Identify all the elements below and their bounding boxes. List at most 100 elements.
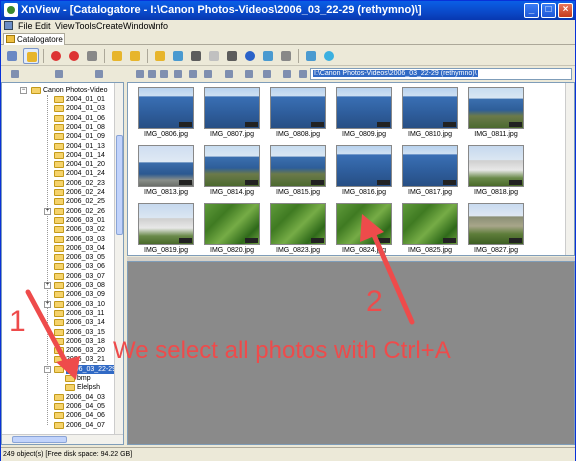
thumbnail-item[interactable]: IMG_0815.jpg xyxy=(266,143,330,199)
view-icon[interactable] xyxy=(23,48,39,64)
camera-icon[interactable] xyxy=(224,48,240,64)
tree-toggle-icon[interactable] xyxy=(9,68,21,80)
thumbnail-item[interactable]: IMG_0823.jpg xyxy=(266,201,330,255)
photo-thumbnail[interactable] xyxy=(402,145,458,187)
tab-catalogatore[interactable]: Catalogatore xyxy=(3,33,65,45)
thumbnail-filename: IMG_0817.jpg xyxy=(408,189,452,196)
thumbnail-item[interactable]: IMG_0824.jpg xyxy=(332,201,396,255)
menu-file[interactable]: File xyxy=(18,20,33,32)
photo-thumbnail[interactable] xyxy=(204,203,260,245)
tree-label: 2006_03_01 xyxy=(66,216,105,224)
document-icon[interactable] xyxy=(4,21,13,30)
browser-icon[interactable] xyxy=(4,48,20,64)
dropdown-icon[interactable] xyxy=(297,68,309,80)
folder-icon xyxy=(54,402,64,410)
photo-thumbnail[interactable] xyxy=(204,87,260,129)
globe-icon[interactable] xyxy=(242,48,258,64)
sort-icon[interactable] xyxy=(243,68,255,80)
thumbnail-item[interactable]: IMG_0825.jpg xyxy=(398,201,462,255)
tree-horizontal-scrollbar[interactable] xyxy=(2,434,123,444)
photo-thumbnail[interactable] xyxy=(270,203,326,245)
thumbnail-item[interactable]: IMG_0818.jpg xyxy=(464,143,528,199)
tools-icon[interactable] xyxy=(84,48,100,64)
thumbnail-item[interactable]: IMG_0809.jpg xyxy=(332,85,396,141)
maximize-button[interactable]: □ xyxy=(541,3,556,18)
thumbnail-item[interactable]: IMG_0819.jpg xyxy=(134,201,198,255)
thumbnail-scrollbar[interactable] xyxy=(565,83,574,255)
photo-thumbnail[interactable] xyxy=(204,145,260,187)
expand-icon[interactable]: + xyxy=(44,282,51,289)
options-icon[interactable] xyxy=(303,48,319,64)
thumbnail-item[interactable]: IMG_0810.jpg xyxy=(398,85,462,141)
slideshow-icon[interactable] xyxy=(260,48,276,64)
favorites-icon[interactable] xyxy=(53,68,65,80)
photo-thumbnail[interactable] xyxy=(336,87,392,129)
photo-thumbnail[interactable] xyxy=(138,87,194,129)
expand-icon[interactable]: + xyxy=(44,300,51,308)
exif-badge-icon xyxy=(245,238,258,243)
scroll-thumb[interactable] xyxy=(116,135,123,235)
view-mode-icon[interactable] xyxy=(223,68,235,80)
thumbnail-view-icon[interactable] xyxy=(158,68,170,80)
rotate-left-icon[interactable] xyxy=(48,48,64,64)
menu-view[interactable]: View xyxy=(55,20,74,32)
print-icon[interactable] xyxy=(188,48,204,64)
tree-label: 2006_04_06 xyxy=(66,412,105,420)
thumbnail-item[interactable]: IMG_0811.jpg xyxy=(464,85,528,141)
collapse-icon[interactable]: − xyxy=(20,87,27,94)
thumbnail-item[interactable]: IMG_0820.jpg xyxy=(200,201,264,255)
tree-label: 2006_03_05 xyxy=(66,254,105,262)
rotate-right-icon[interactable] xyxy=(66,48,82,64)
image-icon[interactable] xyxy=(170,48,186,64)
tree-label: 2006_04_07 xyxy=(66,421,105,429)
thumbnail-item[interactable]: IMG_0827.jpg xyxy=(464,201,528,255)
delete-icon[interactable] xyxy=(202,68,214,80)
menu-info[interactable]: Info xyxy=(153,20,168,32)
folder-up-icon[interactable] xyxy=(127,48,143,64)
thumbnail-item[interactable]: IMG_0807.jpg xyxy=(200,85,264,141)
photo-thumbnail[interactable] xyxy=(270,145,326,187)
photo-thumbnail[interactable] xyxy=(468,145,524,187)
refresh-icon[interactable] xyxy=(172,68,184,80)
minimize-button[interactable]: _ xyxy=(524,3,539,18)
photo-thumbnail[interactable] xyxy=(468,87,524,129)
folder-tree[interactable]: − Canon Photos-Video 2004_01_01 2004_01_03 2… xyxy=(1,82,124,445)
thumbnail-browser[interactable]: IMG_0806.jpg IMG_0807.jpg IMG_0808.jpg IMG_… xyxy=(127,82,575,256)
back-arrow-icon[interactable] xyxy=(134,68,146,80)
photo-thumbnail[interactable] xyxy=(402,203,458,245)
photo-thumbnail[interactable] xyxy=(402,87,458,129)
collapse-icon[interactable]: − xyxy=(44,365,51,373)
photo-thumbnail[interactable] xyxy=(468,203,524,245)
settings-icon[interactable] xyxy=(152,48,168,64)
catalog-icon[interactable] xyxy=(93,68,105,80)
photo-thumbnail[interactable] xyxy=(270,87,326,129)
menu-edit[interactable]: Edit xyxy=(35,20,51,32)
scanner-icon[interactable] xyxy=(206,48,222,64)
thumbnail-item[interactable]: IMG_0817.jpg xyxy=(398,143,462,199)
photo-thumbnail[interactable] xyxy=(336,203,392,245)
photo-thumbnail[interactable] xyxy=(336,145,392,187)
open-folder-icon[interactable] xyxy=(109,48,125,64)
help-icon[interactable] xyxy=(321,48,337,64)
thumbnail-item[interactable]: IMG_0813.jpg xyxy=(134,143,198,199)
expand-icon[interactable]: + xyxy=(44,207,51,215)
thumbnail-item[interactable]: IMG_0808.jpg xyxy=(266,85,330,141)
menu-create[interactable]: Create xyxy=(96,20,123,32)
menu-tools[interactable]: Tools xyxy=(75,20,96,32)
thumbnail-item[interactable]: IMG_0814.jpg xyxy=(200,143,264,199)
thumbnail-item[interactable]: IMG_0816.jpg xyxy=(332,143,396,199)
forward-arrow-icon[interactable] xyxy=(146,68,158,80)
menu-window[interactable]: Window xyxy=(123,20,155,32)
tree-label: 2004_01_09 xyxy=(66,133,105,141)
photo-thumbnail[interactable] xyxy=(138,203,194,245)
filter-icon[interactable] xyxy=(261,68,273,80)
address-input[interactable]: I:\Canon Photos-Videos\2006_03_22-29 (re… xyxy=(310,68,572,80)
fullscreen-icon[interactable] xyxy=(278,48,294,64)
new-folder-icon[interactable] xyxy=(187,68,199,80)
tree-vertical-scrollbar[interactable] xyxy=(114,83,123,434)
photo-thumbnail[interactable] xyxy=(138,145,194,187)
close-button[interactable]: × xyxy=(558,3,573,18)
scroll-thumb[interactable] xyxy=(12,436,67,443)
thumbnail-item[interactable]: IMG_0806.jpg xyxy=(134,85,198,141)
add-favorite-icon[interactable] xyxy=(281,68,293,80)
